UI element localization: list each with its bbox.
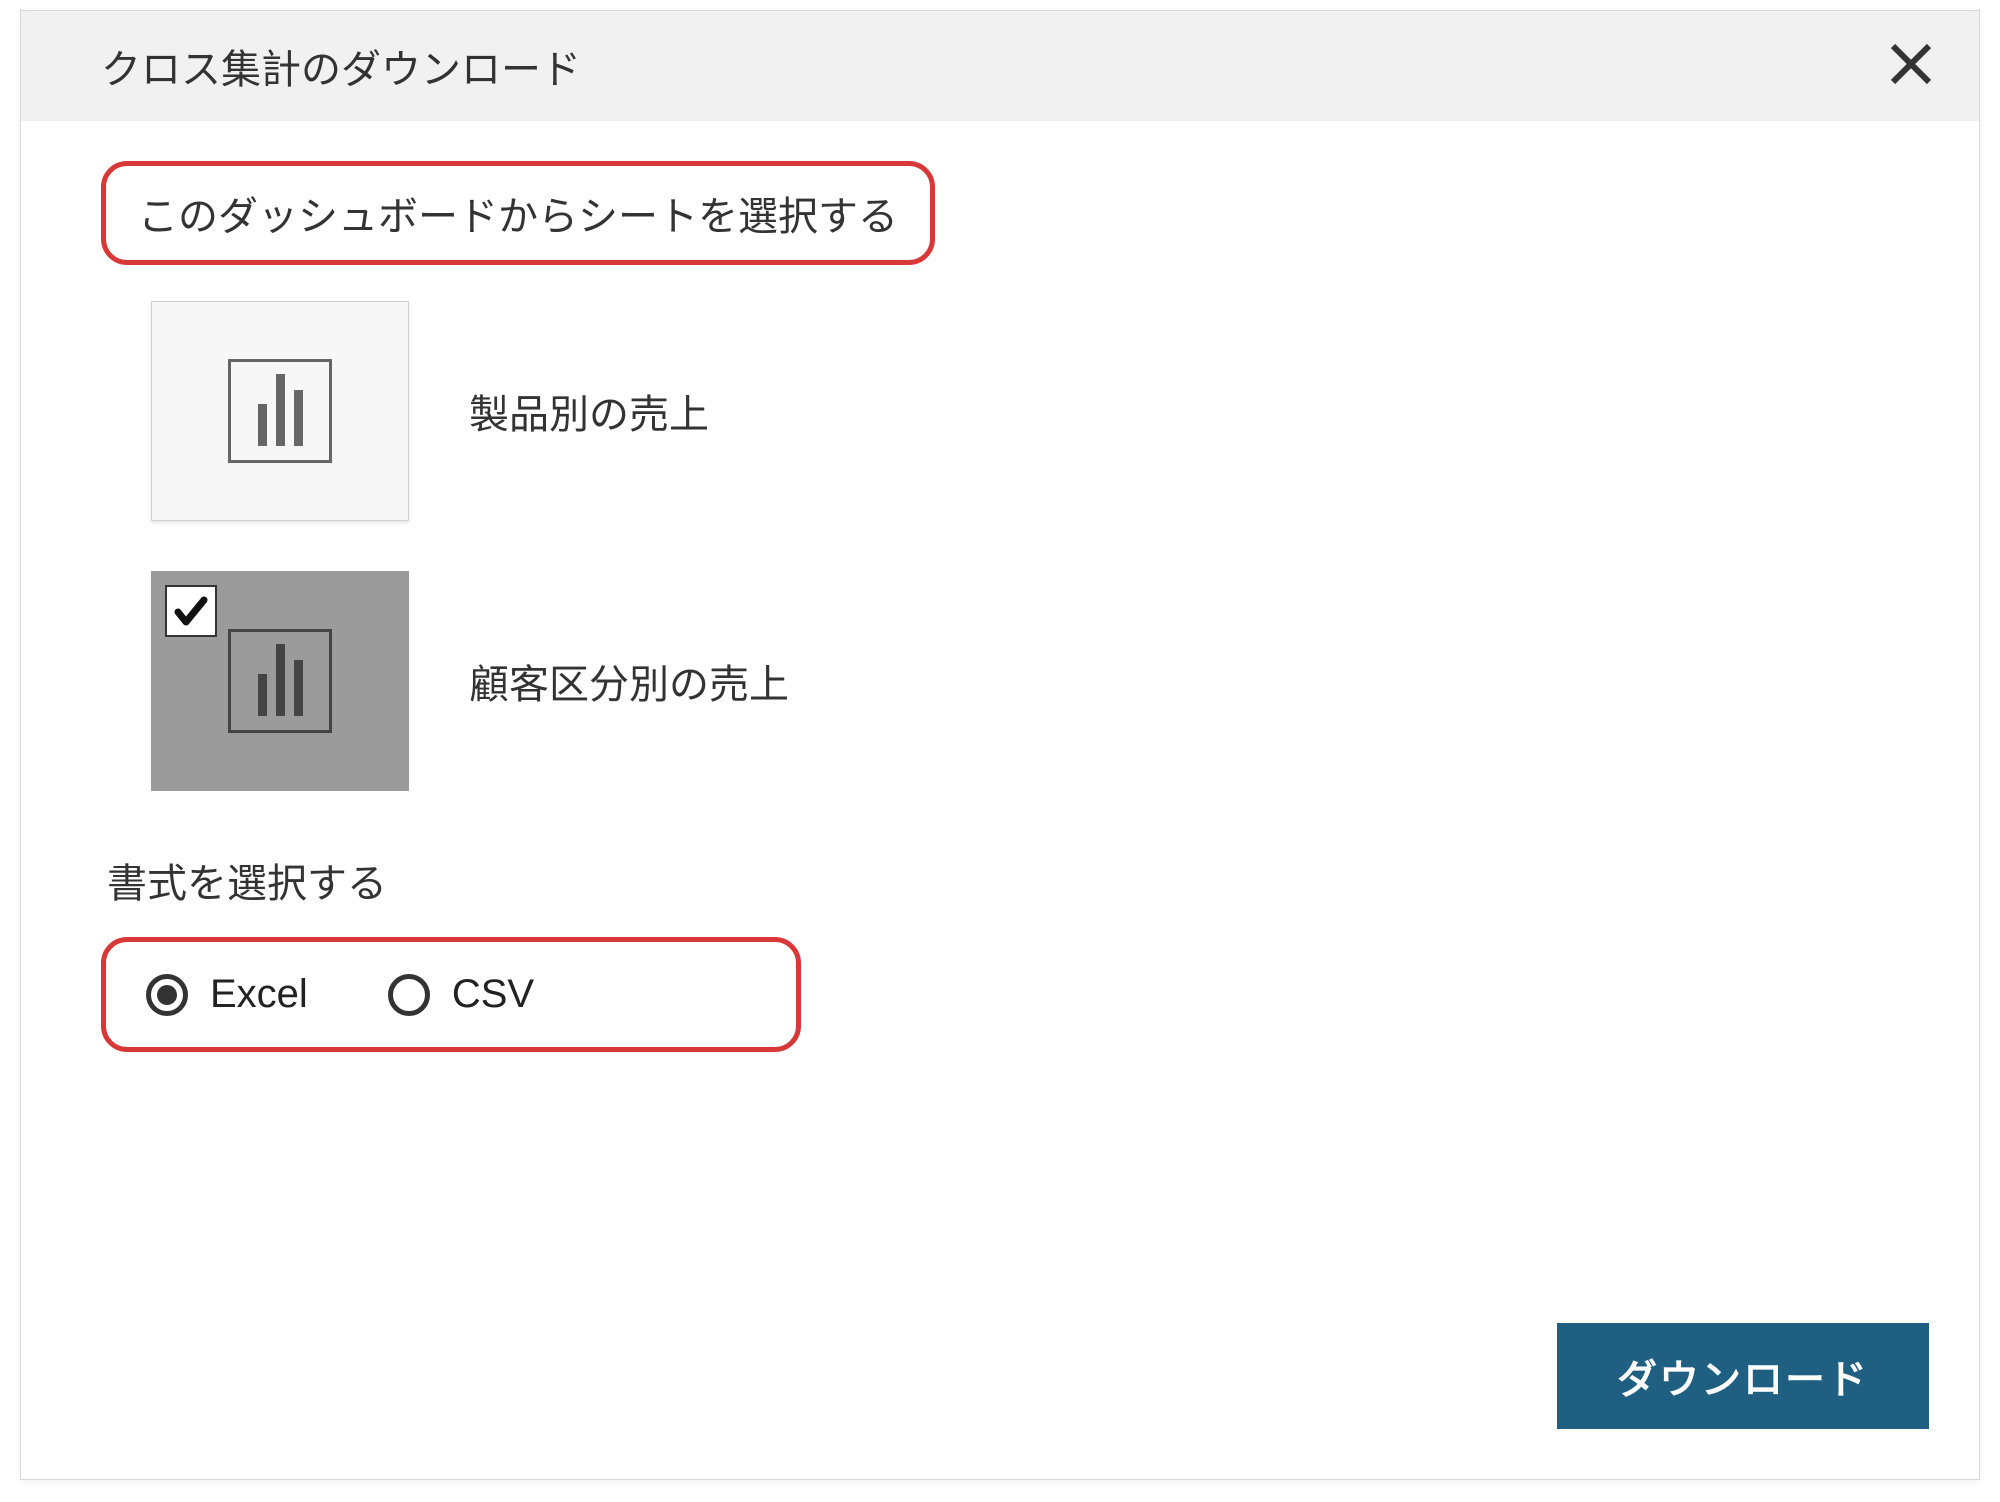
sheet-thumbnail — [151, 571, 409, 791]
radio-excel[interactable]: Excel — [146, 972, 308, 1017]
radio-csv[interactable]: CSV — [388, 972, 534, 1017]
sheet-thumbnail — [151, 301, 409, 521]
close-icon — [1889, 42, 1933, 91]
sheet-label: 製品別の売上 — [469, 382, 709, 440]
close-button[interactable] — [1883, 38, 1939, 94]
radio-excel-label: Excel — [210, 972, 308, 1017]
sheet-item-0[interactable]: 製品別の売上 — [151, 301, 1899, 521]
select-sheet-heading: このダッシュボードからシートを選択する — [138, 184, 898, 242]
sheet-item-1[interactable]: 顧客区分別の売上 — [151, 571, 1899, 791]
dialog-footer: ダウンロード — [1557, 1323, 1929, 1429]
highlight-select-sheet: このダッシュボードからシートを選択する — [101, 161, 935, 265]
format-section: 書式を選択する Excel CSV — [101, 851, 1899, 1052]
selected-check-icon — [165, 585, 217, 637]
dialog-title: クロス集計のダウンロード — [101, 37, 581, 95]
sheets-list: 製品別の売上 顧客区分別の売上 — [151, 301, 1899, 791]
format-heading: 書式を選択する — [107, 851, 1899, 909]
dialog-header: クロス集計のダウンロード — [21, 11, 1979, 121]
radio-csv-label: CSV — [452, 972, 534, 1017]
download-button[interactable]: ダウンロード — [1557, 1323, 1929, 1429]
highlight-format-options: Excel CSV — [101, 937, 801, 1052]
radio-icon — [388, 974, 430, 1016]
bar-chart-icon — [228, 629, 332, 733]
bar-chart-icon — [228, 359, 332, 463]
dialog-body: このダッシュボードからシートを選択する 製品別の売上 — [21, 121, 1979, 1082]
sheet-label: 顧客区分別の売上 — [469, 652, 789, 710]
crosstab-download-dialog: クロス集計のダウンロード このダッシュボードからシートを選択する 製品別の — [20, 10, 1980, 1480]
radio-icon — [146, 974, 188, 1016]
